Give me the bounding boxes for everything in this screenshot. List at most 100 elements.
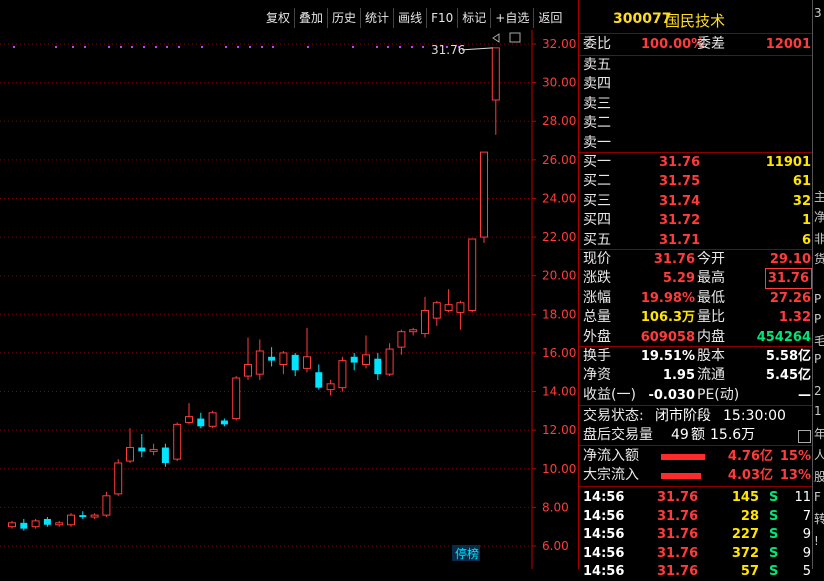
- tick-price: 31.76: [657, 545, 699, 561]
- strip-label: P: [814, 352, 822, 366]
- marker-dot: [55, 46, 57, 48]
- buy-level-price: 31.74: [659, 193, 701, 209]
- buy-level-row: 买三 31.74 32: [579, 192, 813, 211]
- quote-panel: 300077 国民技术 委比 100.00% 委差 12001 卖五 卖四 卖三 卖二…: [578, 0, 813, 579]
- buy-level-row: 买四 31.72 1: [579, 211, 813, 230]
- trade-status-row: 交易状态: 闭市阶段 15:30:00: [579, 407, 813, 426]
- buy-level-volume: 1: [801, 213, 811, 229]
- candle-body: [161, 447, 169, 463]
- quote-value-2: 1.32: [778, 310, 811, 326]
- after-amt: 15.6万: [710, 427, 756, 443]
- stat-value: -0.030: [648, 387, 695, 403]
- stat-label-2: 流通: [697, 367, 725, 384]
- weibi-label: 委比: [583, 36, 611, 52]
- candle-body: [421, 309, 429, 335]
- window-icon: [509, 32, 521, 43]
- candle-body: [491, 47, 500, 101]
- candle-body: [102, 495, 111, 516]
- strip-label: P: [814, 292, 822, 306]
- toolbar-button-2[interactable]: 历史: [327, 8, 360, 28]
- y-tick-label: 12.00: [542, 423, 576, 437]
- strip-label: 净: [814, 208, 824, 225]
- candle-body: [197, 418, 205, 427]
- buy-level-price: 31.76: [659, 155, 701, 170]
- quote-label: 外盘: [583, 328, 611, 345]
- quote-row: 涨幅 19.98% 最低 27.26: [579, 289, 813, 308]
- marker-dot: [422, 46, 424, 48]
- strip-label: 主: [814, 188, 824, 205]
- tick-side: S: [769, 564, 779, 579]
- tick-price: 31.76: [657, 564, 699, 579]
- candle-body: [67, 514, 75, 526]
- stat-value: 19.51%: [640, 349, 695, 364]
- stat-value-2: 5.45亿: [765, 368, 811, 384]
- bar-chart-icon[interactable]: [798, 430, 811, 443]
- toolbar-button-7[interactable]: +自选: [490, 8, 533, 28]
- sell-level-row: 卖四: [579, 75, 813, 94]
- status-label: 交易状态:: [583, 408, 644, 424]
- quote-value-2: 29.10: [769, 252, 811, 267]
- candle-body: [255, 350, 264, 375]
- stat-row: 换手 19.51% 股本 5.58亿: [579, 347, 813, 366]
- marker-dot: [225, 46, 227, 48]
- toolbar-button-4[interactable]: 画线: [393, 8, 426, 28]
- kline-svg[interactable]: 32.00 30.00 28.00 26.00 24.00 22.00 20.00 18.00…: [0, 30, 577, 569]
- quote-value: 5.29: [662, 271, 695, 287]
- stock-name: 国民技术: [665, 12, 726, 30]
- after-hours-row: 盘后交易量 49 额 15.6万: [579, 426, 813, 445]
- tick-side: S: [769, 527, 779, 542]
- quote-value-2: 27.26: [769, 290, 811, 306]
- candle-body: [8, 522, 16, 528]
- candle-body: [468, 238, 477, 311]
- marker-dot: [399, 46, 401, 48]
- quote-value-2: 454264: [756, 329, 811, 345]
- tick-row: 14:56 31.76 227 S 9: [579, 525, 813, 544]
- stat-row: 净资 1.95 流通 5.45亿: [579, 366, 813, 385]
- flow-pct: 13%: [779, 468, 811, 484]
- y-tick-label: 22.00: [542, 230, 576, 244]
- toolbar-button-6[interactable]: 标记: [457, 8, 490, 28]
- flow-bar: [661, 473, 701, 480]
- flow-label: 净流入额: [583, 448, 639, 464]
- y-tick-label: 28.00: [542, 114, 576, 128]
- marker-dot: [108, 46, 110, 48]
- flow-label: 大宗流入: [583, 467, 639, 484]
- tick-count: 9: [802, 527, 811, 542]
- weicha-value: 12001: [765, 37, 811, 52]
- strip-label: !: [814, 534, 819, 548]
- toolbar-button-8[interactable]: 返回: [533, 8, 566, 28]
- tick-side: S: [769, 508, 779, 524]
- quote-value: 31.76: [653, 252, 695, 267]
- quote-label: 涨跌: [583, 270, 611, 287]
- quote-label-2: 最高: [697, 270, 725, 287]
- marker-dot: [72, 46, 74, 48]
- kline-chart[interactable]: 32.00 30.00 28.00 26.00 24.00 22.00 20.00 18.00…: [0, 30, 577, 569]
- marker-dot: [131, 46, 133, 48]
- candle-body: [43, 518, 51, 525]
- quote-label-2: 内盘: [697, 328, 725, 345]
- sell-level-label: 卖二: [583, 115, 611, 132]
- quote-row: 外盘 609058 内盘 454264: [579, 328, 813, 347]
- y-tick-label: 26.00: [542, 153, 576, 167]
- side-strip[interactable]: 3主净非货PP毛P21年人股F转!: [812, 0, 824, 569]
- tick-time: 14:56: [583, 527, 625, 542]
- buy-level-label: 买四: [583, 212, 611, 229]
- tick-time: 14:56: [583, 564, 625, 579]
- toolbar-button-3[interactable]: 统计: [360, 8, 393, 28]
- tick-row: 14:56 31.76 57 S 5: [579, 562, 813, 581]
- quote-value-2: 31.76: [764, 268, 813, 290]
- candle-body: [444, 304, 453, 311]
- y-tick-label: 10.00: [542, 462, 576, 476]
- stat-label-2: 股本: [697, 348, 725, 364]
- buy-level-volume: 6: [801, 232, 811, 248]
- after-label: 盘后交易量: [583, 427, 653, 443]
- weibi-row: 委比 100.00% 委差 12001: [579, 35, 813, 54]
- candle-body: [90, 514, 99, 518]
- candle-body: [409, 329, 418, 333]
- quote-label-2: 今开: [697, 251, 725, 267]
- candle-body: [480, 151, 488, 238]
- toolbar-button-5[interactable]: F10: [426, 8, 457, 28]
- y-tick-label: 20.00: [542, 269, 576, 283]
- toolbar-button-1[interactable]: 叠加: [294, 8, 327, 28]
- toolbar-button-0[interactable]: 复权: [262, 8, 294, 28]
